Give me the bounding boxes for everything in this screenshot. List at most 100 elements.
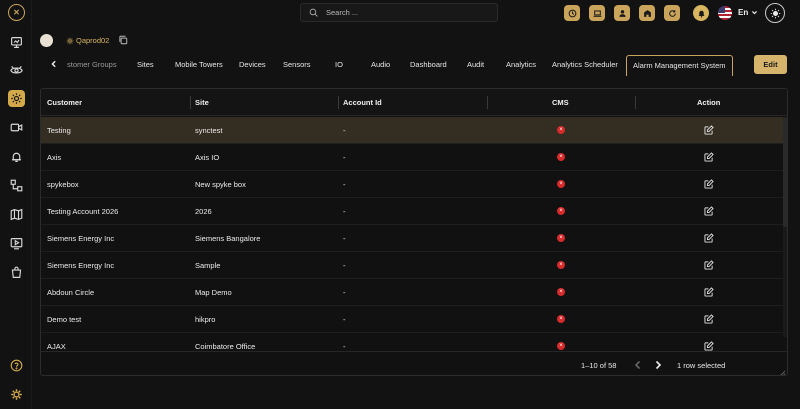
tab-sites[interactable]: Sites [137, 60, 154, 69]
column-header-site[interactable]: Site [195, 98, 209, 107]
alarm-icon[interactable] [8, 148, 25, 165]
logo-icon[interactable]: ✕ [8, 4, 25, 21]
chevron-left-icon [51, 60, 56, 68]
vision-icon[interactable] [8, 62, 25, 79]
cell-account-id: - [343, 180, 346, 189]
close-circle-icon: × [557, 315, 565, 323]
tab-io[interactable]: IO [335, 60, 343, 69]
cell-account-id: - [343, 288, 346, 297]
cell-site: New spyke box [195, 180, 246, 189]
edit-icon[interactable] [704, 152, 714, 162]
resize-handle-icon[interactable] [779, 370, 786, 376]
search-box[interactable] [300, 3, 498, 22]
cell-customer: Siemens Energy Inc [47, 234, 115, 243]
edit-icon[interactable] [704, 260, 714, 270]
tab-audit[interactable]: Audit [467, 60, 484, 69]
avatar[interactable] [40, 34, 53, 47]
alarm-table: Customer Site Account Id CMS Action Test… [40, 88, 788, 376]
table-row[interactable]: Siemens Energy Inc Siemens Bangalore - × [41, 225, 787, 252]
flow-icon[interactable] [8, 177, 25, 194]
tab-analytics[interactable]: Analytics [506, 60, 536, 69]
edit-icon[interactable] [704, 125, 714, 135]
tab-dashboard[interactable]: Dashboard [410, 60, 447, 69]
cell-site: Siemens Bangalore [195, 234, 261, 243]
tab-audio[interactable]: Audio [371, 60, 390, 69]
column-header-action[interactable]: Action [697, 98, 720, 107]
tab-sensors[interactable]: Sensors [283, 60, 311, 69]
settings-icon[interactable] [8, 90, 25, 107]
next-page-button[interactable] [653, 359, 663, 371]
column-header-cms[interactable]: CMS [552, 98, 569, 107]
previous-page-button[interactable] [633, 359, 643, 371]
app-root: ✕ Search ... En Qaprod02 stomer Groups S… [0, 0, 800, 409]
column-divider[interactable] [338, 96, 339, 109]
edit-icon[interactable] [704, 314, 714, 324]
us-flag-icon[interactable] [718, 6, 732, 20]
cell-customer: Demo test [47, 315, 82, 324]
cell-account-id: - [343, 126, 346, 135]
table-row[interactable]: Demo test hikpro - × [41, 306, 787, 333]
cell-site: hikpro [195, 315, 216, 324]
column-divider[interactable] [190, 96, 191, 109]
theme-toggle[interactable] [765, 3, 785, 23]
bag-icon[interactable] [8, 264, 25, 281]
close-circle-icon: × [557, 207, 565, 215]
tab-customer-groups[interactable]: stomer Groups [67, 60, 117, 69]
edit-icon[interactable] [704, 179, 714, 189]
close-circle-icon: × [557, 126, 565, 134]
table-row[interactable]: Axis Axis IO - × [41, 144, 787, 171]
cell-customer: Siemens Energy Inc [47, 261, 115, 270]
table-row[interactable]: Testing Account 2026 2026 - × [41, 198, 787, 225]
tabs-scroll-left-button[interactable] [48, 58, 60, 70]
dashboard-icon[interactable] [8, 34, 25, 51]
close-circle-icon: × [557, 288, 565, 296]
playback-icon[interactable] [8, 235, 25, 252]
camera-icon[interactable] [8, 119, 25, 136]
column-header-account-id[interactable]: Account Id [343, 98, 382, 107]
cell-site: Coimbatore Office [195, 342, 256, 351]
edit-icon[interactable] [704, 341, 714, 351]
tab-analytics-scheduler[interactable]: Analytics Scheduler [552, 60, 618, 69]
column-divider[interactable] [635, 96, 636, 109]
cell-customer: Testing Account 2026 [47, 207, 119, 216]
cell-customer: Abdoun Circle [47, 288, 95, 297]
tab-devices[interactable]: Devices [239, 60, 266, 69]
help-icon[interactable] [8, 357, 25, 374]
cell-customer: Axis [47, 153, 62, 162]
column-divider[interactable] [487, 96, 488, 109]
table-row[interactable]: Siemens Energy Inc Sample - × [41, 252, 787, 279]
language-label: En [738, 8, 749, 17]
table-row[interactable]: Abdoun Circle Map Demo - × [41, 279, 787, 306]
cell-account-id: - [343, 234, 346, 243]
table-row[interactable]: spykebox New spyke box - × [41, 171, 787, 198]
tenant-selector[interactable]: Qaprod02 [66, 36, 109, 45]
selection-count: 1 row selected [677, 361, 726, 370]
scrollbar-thumb[interactable] [783, 117, 787, 227]
edit-icon[interactable] [704, 206, 714, 216]
copy-icon[interactable] [118, 35, 128, 45]
table-scrollbar[interactable] [783, 117, 787, 337]
map-icon[interactable] [8, 206, 25, 223]
settings-small-icon [66, 37, 74, 44]
tab-mobile-towers[interactable]: Mobile Towers [175, 60, 223, 69]
refresh-icon[interactable] [664, 5, 680, 21]
laptop-icon[interactable] [589, 5, 605, 21]
building-icon[interactable] [639, 5, 655, 21]
tab-alarm-management-system[interactable]: Alarm Management System [626, 55, 733, 76]
close-circle-icon: × [557, 180, 565, 188]
column-header-customer[interactable]: Customer [47, 98, 82, 107]
notifications-icon[interactable] [693, 5, 709, 21]
gear-icon[interactable] [8, 386, 25, 403]
cell-site: Axis IO [195, 153, 220, 162]
cell-account-id: - [343, 315, 346, 324]
user-icon[interactable] [614, 5, 630, 21]
language-select[interactable]: En [738, 8, 758, 17]
clock-icon[interactable] [564, 5, 580, 21]
cell-site: Map Demo [195, 288, 232, 297]
edit-button[interactable]: Edit [754, 55, 787, 74]
search-input[interactable] [326, 8, 486, 17]
close-circle-icon: × [557, 261, 565, 269]
edit-icon[interactable] [704, 233, 714, 243]
edit-icon[interactable] [704, 287, 714, 297]
table-row[interactable]: Testing synctest - × [41, 117, 787, 144]
